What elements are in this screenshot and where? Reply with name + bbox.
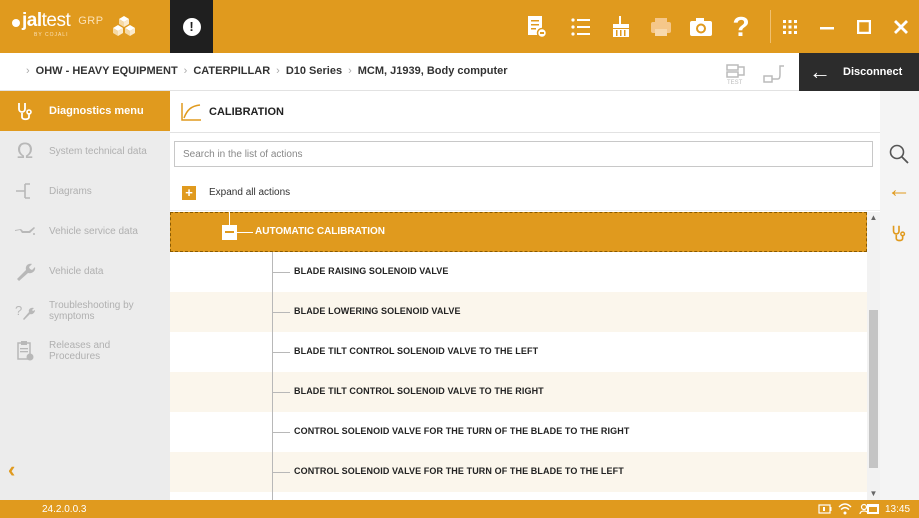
sidebar-item-diagrams[interactable]: Diagrams: [0, 171, 170, 211]
stethoscope-icon: [18, 103, 32, 121]
clock: 13:45: [885, 504, 911, 515]
sidebar-item-diagnostics-menu[interactable]: Diagnostics menu: [0, 91, 170, 131]
alert-icon: !: [182, 17, 201, 36]
wrench-icon: [17, 263, 36, 281]
close-icon: [893, 19, 908, 34]
arrow-left-icon: ←: [809, 59, 831, 84]
list-item[interactable]: CONTROL SOLENOID VALVE FOR THE TURN OF T…: [170, 452, 867, 492]
diagram-icon: [16, 183, 30, 199]
calendar-icon: [867, 504, 879, 514]
main-panel: CALIBRATION + Expand all actions BLADE R…: [170, 91, 880, 500]
top-bar: jaltest BY COJALI GRP ! ?: [0, 0, 919, 53]
right-rail: ←: [880, 91, 919, 500]
breadcrumb: › OHW - HEAVY EQUIPMENT › CATERPILLAR › …: [26, 65, 508, 77]
test-label: TEST: [727, 80, 743, 86]
breadcrumb-item[interactable]: CATERPILLAR: [193, 65, 270, 77]
omega-icon: Ω: [16, 138, 34, 163]
jaltest-logo: jaltest BY COJALI GRP: [12, 10, 104, 44]
apps-grid-icon: [782, 19, 797, 34]
minimize-button[interactable]: [808, 0, 845, 53]
version-label: 24.2.0.0.3: [42, 504, 87, 515]
actions-tree: BLADE RAISING SOLENOID VALVE BLADE LOWER…: [170, 212, 867, 500]
page-title: CALIBRATION: [209, 106, 284, 118]
clipboard-icon: [17, 341, 34, 361]
sidebar-item-releases-procedures[interactable]: Releases and Procedures: [0, 331, 170, 371]
plus-icon[interactable]: +: [182, 186, 196, 200]
stethoscope-icon[interactable]: [889, 223, 909, 243]
list-item[interactable]: BLADE TILT CONTROL SOLENOID VALVE TO THE…: [170, 372, 867, 412]
apps-grid-button[interactable]: [771, 0, 808, 53]
minimize-icon: [819, 26, 834, 29]
report-icon[interactable]: [522, 12, 552, 42]
sidebar-item-vehicle-service-data[interactable]: Vehicle service data: [0, 211, 170, 251]
list-item[interactable]: BLADE TILT CONTROL SOLENOID VALVE TO THE…: [170, 332, 867, 372]
sidebar-item-troubleshooting[interactable]: ? Troubleshooting by symptoms: [0, 291, 170, 331]
list-item[interactable]: BLADE LOWERING SOLENOID VALVE: [170, 292, 867, 332]
scroll-up-icon[interactable]: ▲: [867, 212, 880, 224]
calibration-curve-icon: [181, 103, 201, 121]
clean-icon[interactable]: [606, 12, 636, 42]
list-item[interactable]: CONTROL SOLENOID VALVE FOR THE TURN OF T…: [170, 412, 867, 452]
expand-all-row[interactable]: + Expand all actions: [170, 175, 880, 211]
search-input[interactable]: [175, 142, 872, 166]
printer-icon[interactable]: [646, 12, 676, 42]
calibration-header: CALIBRATION: [170, 91, 880, 133]
window-controls: [771, 0, 919, 53]
breadcrumb-item[interactable]: OHW - HEAVY EQUIPMENT: [36, 65, 178, 77]
disconnect-button[interactable]: ← Disconnect: [799, 53, 919, 91]
status-bar: 24.2.0.0.3 13:45: [0, 500, 919, 518]
oil-can-icon: [15, 227, 35, 235]
help-icon[interactable]: ?: [726, 11, 756, 42]
plug-icon[interactable]: [762, 62, 788, 86]
breadcrumb-item[interactable]: D10 Series: [286, 65, 342, 77]
alert-button[interactable]: !: [170, 0, 213, 53]
maximize-icon: [856, 19, 871, 34]
search-icon[interactable]: [888, 143, 910, 165]
maximize-button[interactable]: [845, 0, 882, 53]
troubleshoot-icon: ?: [15, 303, 35, 320]
scroll-down-icon[interactable]: ▼: [867, 488, 880, 500]
wifi-icon: [838, 503, 852, 515]
svg-text:?: ?: [15, 303, 22, 318]
sidebar: Diagnostics menu Ω System technical data…: [0, 91, 170, 500]
battery-icon: [818, 504, 832, 514]
collapse-minus-icon[interactable]: [222, 225, 237, 240]
search-box: [174, 141, 873, 167]
back-chevron-icon[interactable]: ‹: [8, 459, 28, 481]
sidebar-item-system-technical-data[interactable]: Ω System technical data: [0, 131, 170, 171]
camera-icon[interactable]: [686, 12, 716, 42]
scrollbar[interactable]: ▲ ▼: [867, 212, 880, 500]
scrollbar-thumb[interactable]: [869, 310, 878, 468]
test-plug-icon[interactable]: TEST: [724, 62, 750, 86]
sidebar-item-vehicle-data[interactable]: Vehicle data: [0, 251, 170, 291]
list-icon[interactable]: [566, 12, 596, 42]
tree-group-automatic-calibration[interactable]: AUTOMATIC CALIBRATION: [170, 212, 867, 252]
breadcrumb-item[interactable]: MCM, J1939, Body computer: [358, 65, 508, 77]
close-button[interactable]: [882, 0, 919, 53]
list-item[interactable]: BLADE RAISING SOLENOID VALVE: [170, 252, 867, 292]
back-arrow-icon[interactable]: ←: [886, 178, 912, 202]
grp-cubes-icon[interactable]: [112, 14, 136, 38]
